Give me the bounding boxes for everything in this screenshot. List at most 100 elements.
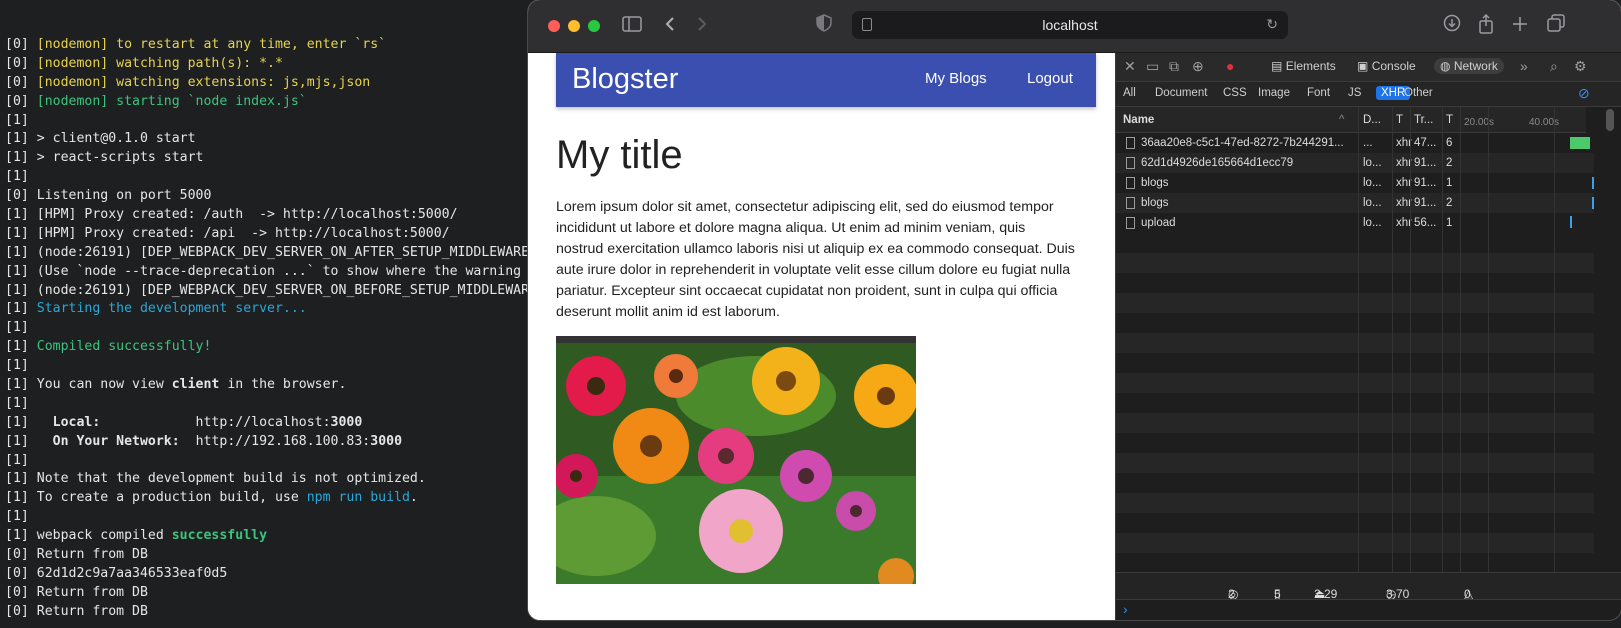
column-divider <box>1410 107 1411 572</box>
shield-icon[interactable] <box>812 14 836 38</box>
terminal-text: npm run build <box>306 490 410 506</box>
file-icon <box>1126 157 1135 169</box>
console-prompt-bar[interactable]: › <box>1116 599 1621 620</box>
terminal-text: On Your Network: <box>52 433 180 449</box>
tab-overview-icon[interactable] <box>1544 14 1568 38</box>
terminal-text: [0] <box>5 74 37 90</box>
network-request-row[interactable]: blogs lo... xhr 91... 1 <box>1116 173 1594 193</box>
logout-link[interactable]: Logout <box>1027 70 1073 87</box>
terminal-text: [1] webpack compiled <box>5 528 172 544</box>
brand-logo[interactable]: Blogster <box>572 63 678 96</box>
dock-icon[interactable]: ▭ <box>1146 58 1159 75</box>
search-icon[interactable]: ⌕ <box>1550 58 1558 75</box>
filter-icon[interactable]: ⊘ <box>1578 85 1590 102</box>
network-request-row[interactable]: 62d1d4926de165664d1ecc79 lo... xhr 91... 2 <box>1116 153 1594 173</box>
forward-icon[interactable] <box>690 14 714 38</box>
column-divider <box>1460 107 1461 572</box>
close-icon[interactable]: ✕ <box>1124 58 1136 75</box>
back-icon[interactable] <box>658 14 682 38</box>
request-name: 62d1d4926de165664d1ecc79 <box>1141 157 1294 169</box>
request-time: 2 <box>1446 157 1453 169</box>
gear-icon[interactable]: ⚙ <box>1574 58 1587 75</box>
terminal-text: [1] <box>5 169 29 185</box>
terminal-text: [1] [HPM] Proxy created: /auth -> http:/… <box>5 207 458 223</box>
terminal-line: [1] [HPM] Proxy created: /auth -> http:/… <box>5 206 529 225</box>
request-domain: lo... <box>1363 197 1382 209</box>
terminal-line: [1] Starting the development server... <box>5 300 529 319</box>
network-request-row[interactable]: blogs lo... xhr 91... 2 <box>1116 193 1594 213</box>
filter-other[interactable]: Other <box>1404 87 1433 99</box>
terminal-line: [1] Note that the development build is n… <box>5 470 529 489</box>
column-divider <box>1392 107 1393 572</box>
terminal-line: [1] (Use `node --trace-deprecation ...` … <box>5 263 529 282</box>
request-name: 36aa20e8-c5c1-47ed-8272-7b244291... <box>1141 137 1344 149</box>
terminal-text: Compiled successfully! <box>36 339 212 355</box>
filter-all[interactable]: All <box>1123 87 1136 99</box>
filter-document[interactable]: Document <box>1155 87 1207 99</box>
post-title: My title <box>556 133 683 177</box>
sort-icon[interactable]: ^ <box>1339 114 1344 126</box>
sidebar-icon[interactable] <box>620 14 644 38</box>
tab-console[interactable]: ▣ Console <box>1357 59 1416 73</box>
reload-icon[interactable]: ↻ <box>1266 16 1278 33</box>
terminal-window[interactable]: [0] [nodemon] to restart at any time, en… <box>0 0 540 628</box>
file-icon <box>1126 137 1135 149</box>
terminal-line: [1] (node:26191) [DEP_WEBPACK_DEV_SERVER… <box>5 282 529 301</box>
app-navbar: Blogster My Blogs Logout <box>556 53 1096 107</box>
prompt-icon: › <box>1123 601 1128 617</box>
terminal-text: [1] <box>5 452 29 468</box>
terminal-text: [1] (node:26191) [DEP_WEBPACK_DEV_SERVER… <box>5 244 530 260</box>
waterfall-bar <box>1570 216 1572 228</box>
terminal-line: [0] Return from DB <box>5 546 529 565</box>
col-time[interactable]: T <box>1446 114 1453 126</box>
new-tab-icon[interactable] <box>1508 14 1532 38</box>
terminal-text: [nodemon] watching extensions: js,mjs,js… <box>36 74 371 90</box>
terminal-text: [1] <box>5 358 29 374</box>
terminal-output: [0] [nodemon] to restart at any time, en… <box>5 36 529 622</box>
filter-js[interactable]: JS <box>1348 87 1361 99</box>
filter-css[interactable]: CSS <box>1223 87 1247 99</box>
error-icon[interactable]: ● <box>1226 58 1234 74</box>
close-window-button[interactable] <box>548 20 560 32</box>
request-domain: ... <box>1363 137 1373 149</box>
request-domain: lo... <box>1363 177 1382 189</box>
terminal-line: [0] [nodemon] starting `node index.js` <box>5 93 529 112</box>
terminal-text: [0] <box>5 55 37 71</box>
column-divider <box>1442 107 1443 572</box>
terminal-text: [0] Return from DB <box>5 547 148 563</box>
undock-icon[interactable]: ⧉ <box>1169 58 1179 75</box>
tab-network[interactable]: ◍ Network <box>1434 58 1504 74</box>
network-request-list: 36aa20e8-c5c1-47ed-8272-7b244291...... xh… <box>1116 133 1594 233</box>
inspect-icon[interactable]: ⊕ <box>1192 58 1204 75</box>
zoom-window-button[interactable] <box>588 20 600 32</box>
col-domain[interactable]: D... <box>1363 114 1381 126</box>
browser-toolbar: localhost ↻ <box>528 0 1621 53</box>
col-transferred[interactable]: Tr... <box>1414 114 1433 126</box>
my-blogs-link[interactable]: My Blogs <box>925 70 987 87</box>
terminal-line: [1] You can now view client in the brows… <box>5 376 529 395</box>
network-request-row[interactable]: upload lo... xhr 56... 1 <box>1116 213 1594 233</box>
scrollbar[interactable] <box>1606 109 1614 131</box>
more-tabs-icon[interactable]: » <box>1520 58 1528 74</box>
network-filter-bar: ⊘ All Document CSS Image Font JS XHR Other <box>1116 82 1621 107</box>
terminal-line: [1] To create a production build, use np… <box>5 489 529 508</box>
download-icon[interactable] <box>1440 14 1464 38</box>
col-type[interactable]: T <box>1396 114 1403 126</box>
network-summary: ◎ 2 ▯ 5 ⏏ 2.29 KB ◷ 3.70 KB △ 0 <box>1116 572 1621 615</box>
share-icon[interactable] <box>1474 13 1498 38</box>
url-text: localhost <box>1042 17 1098 33</box>
terminal-line: [1] > react-scripts start <box>5 149 529 168</box>
filter-font[interactable]: Font <box>1307 87 1330 99</box>
terminal-line: [1] [HPM] Proxy created: /api -> http://… <box>5 225 529 244</box>
terminal-text: [1] (node:26191) [DEP_WEBPACK_DEV_SERVER… <box>5 282 530 298</box>
address-bar[interactable]: localhost ↻ <box>852 11 1288 39</box>
col-name[interactable]: Name <box>1123 114 1154 126</box>
waterfall-bar <box>1592 177 1594 189</box>
terminal-line: [1] (node:26191) [DEP_WEBPACK_DEV_SERVER… <box>5 244 529 263</box>
tab-elements[interactable]: ▤ Elements <box>1271 59 1336 73</box>
terminal-text: [1] [HPM] Proxy created: /api -> http://… <box>5 225 450 241</box>
minimize-window-button[interactable] <box>568 20 580 32</box>
terminal-text: http://192.168.100.83: <box>179 433 371 449</box>
network-request-row[interactable]: 36aa20e8-c5c1-47ed-8272-7b244291...... xh… <box>1116 133 1594 153</box>
filter-image[interactable]: Image <box>1258 87 1290 99</box>
